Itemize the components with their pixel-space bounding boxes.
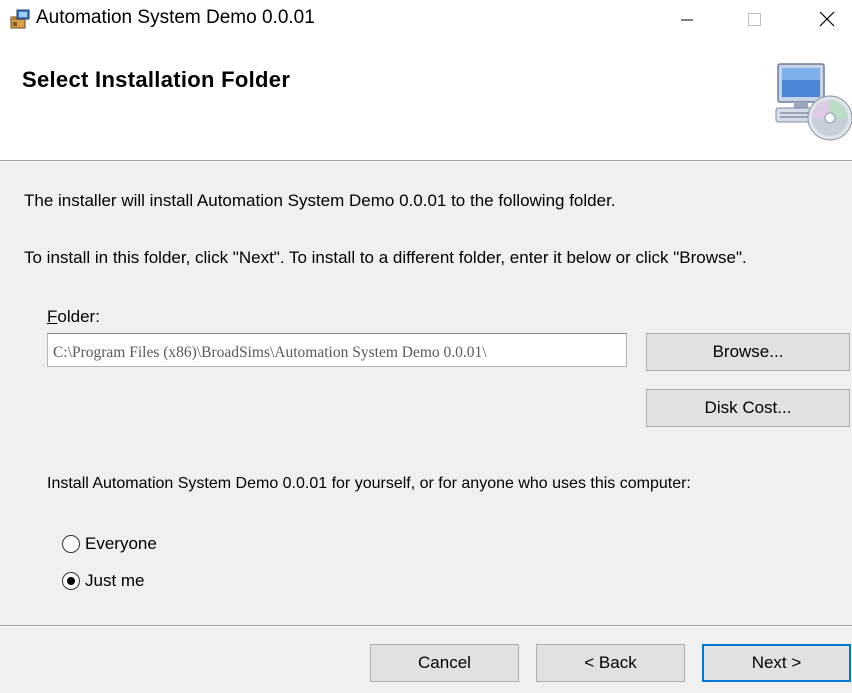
- install-scope-text: Install Automation System Demo 0.0.01 fo…: [47, 475, 691, 492]
- title-bar[interactable]: Automation System Demo 0.0.01: [0, 0, 852, 40]
- window-title: Automation System Demo 0.0.01: [36, 7, 315, 28]
- browse-button[interactable]: Browse...: [646, 333, 850, 371]
- intro-text: The installer will install Automation Sy…: [24, 191, 616, 210]
- installer-app-icon: [9, 8, 31, 30]
- minimize-button[interactable]: [660, 0, 712, 40]
- back-button[interactable]: < Back: [536, 644, 685, 682]
- disk-cost-button[interactable]: Disk Cost...: [646, 389, 850, 427]
- next-button[interactable]: Next >: [702, 644, 851, 682]
- radio-just-me[interactable]: Just me: [62, 571, 145, 591]
- radio-everyone[interactable]: Everyone: [62, 534, 157, 554]
- minimize-icon: [681, 19, 693, 21]
- maximize-icon: [748, 13, 761, 26]
- radio-button-checked[interactable]: [62, 572, 80, 590]
- radio-just-me-label: Just me: [85, 571, 145, 590]
- cancel-button[interactable]: Cancel: [370, 644, 519, 682]
- page-title: Select Installation Folder: [22, 67, 291, 92]
- computer-cd-icon: [772, 62, 852, 142]
- header-banner: Select Installation Folder: [0, 40, 852, 161]
- instruction-text: To install in this folder, click "Next".…: [24, 248, 747, 267]
- close-button[interactable]: [796, 0, 848, 40]
- folder-path-input[interactable]: [47, 333, 627, 367]
- folder-label: Folder:: [47, 307, 100, 326]
- maximize-button[interactable]: [728, 0, 780, 40]
- radio-button-unchecked[interactable]: [62, 535, 80, 553]
- close-icon: [819, 11, 835, 27]
- radio-everyone-label: Everyone: [85, 534, 157, 553]
